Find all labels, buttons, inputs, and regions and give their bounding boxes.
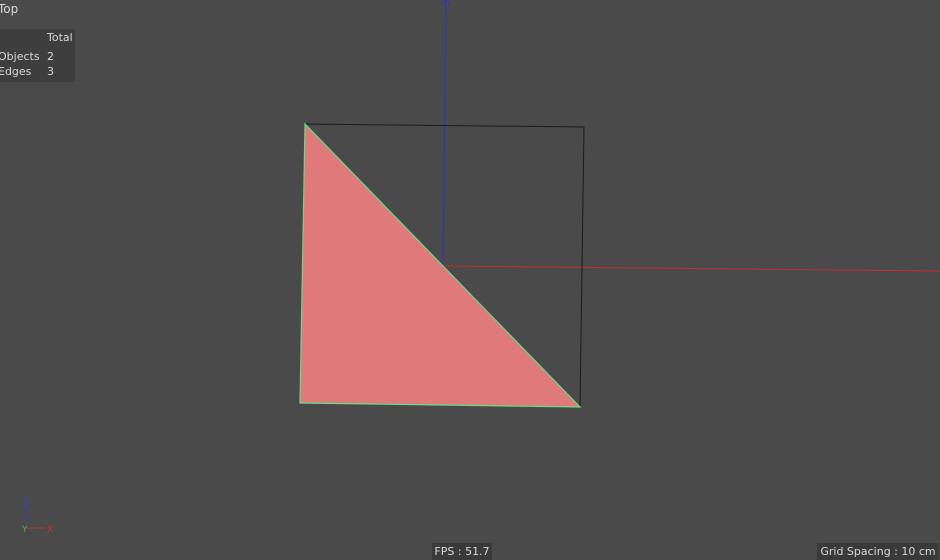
gizmo-x-label: X xyxy=(47,525,53,535)
stats-value: 3 xyxy=(47,65,54,78)
axis-orientation-gizmo: Z Y X xyxy=(21,499,53,535)
stats-label: Objects xyxy=(0,50,40,63)
grid-spacing-readout: Grid Spacing : 10 cm xyxy=(817,543,939,560)
gizmo-z-label: Z xyxy=(23,499,29,509)
triangle-polygon[interactable] xyxy=(299,122,582,408)
stats-row-objects: Objects 2 xyxy=(0,50,75,65)
z-axis-line xyxy=(442,0,447,267)
gizmo-y-label: Y xyxy=(21,525,28,535)
stats-column-header: Total xyxy=(47,31,73,44)
3d-viewport[interactable]: Top Total Objects 2 Edges 3 Z Y X FPS : … xyxy=(0,0,940,560)
viewport-scene[interactable] xyxy=(0,0,940,560)
view-name-label: Top xyxy=(0,2,19,16)
stats-label: Edges xyxy=(0,65,32,78)
x-axis-line xyxy=(442,265,940,272)
fps-readout: FPS : 51.7 xyxy=(432,543,492,560)
stats-value: 2 xyxy=(47,50,54,63)
stats-row-edges: Edges 3 xyxy=(0,65,75,80)
stats-panel: Total Objects 2 Edges 3 xyxy=(0,29,75,82)
